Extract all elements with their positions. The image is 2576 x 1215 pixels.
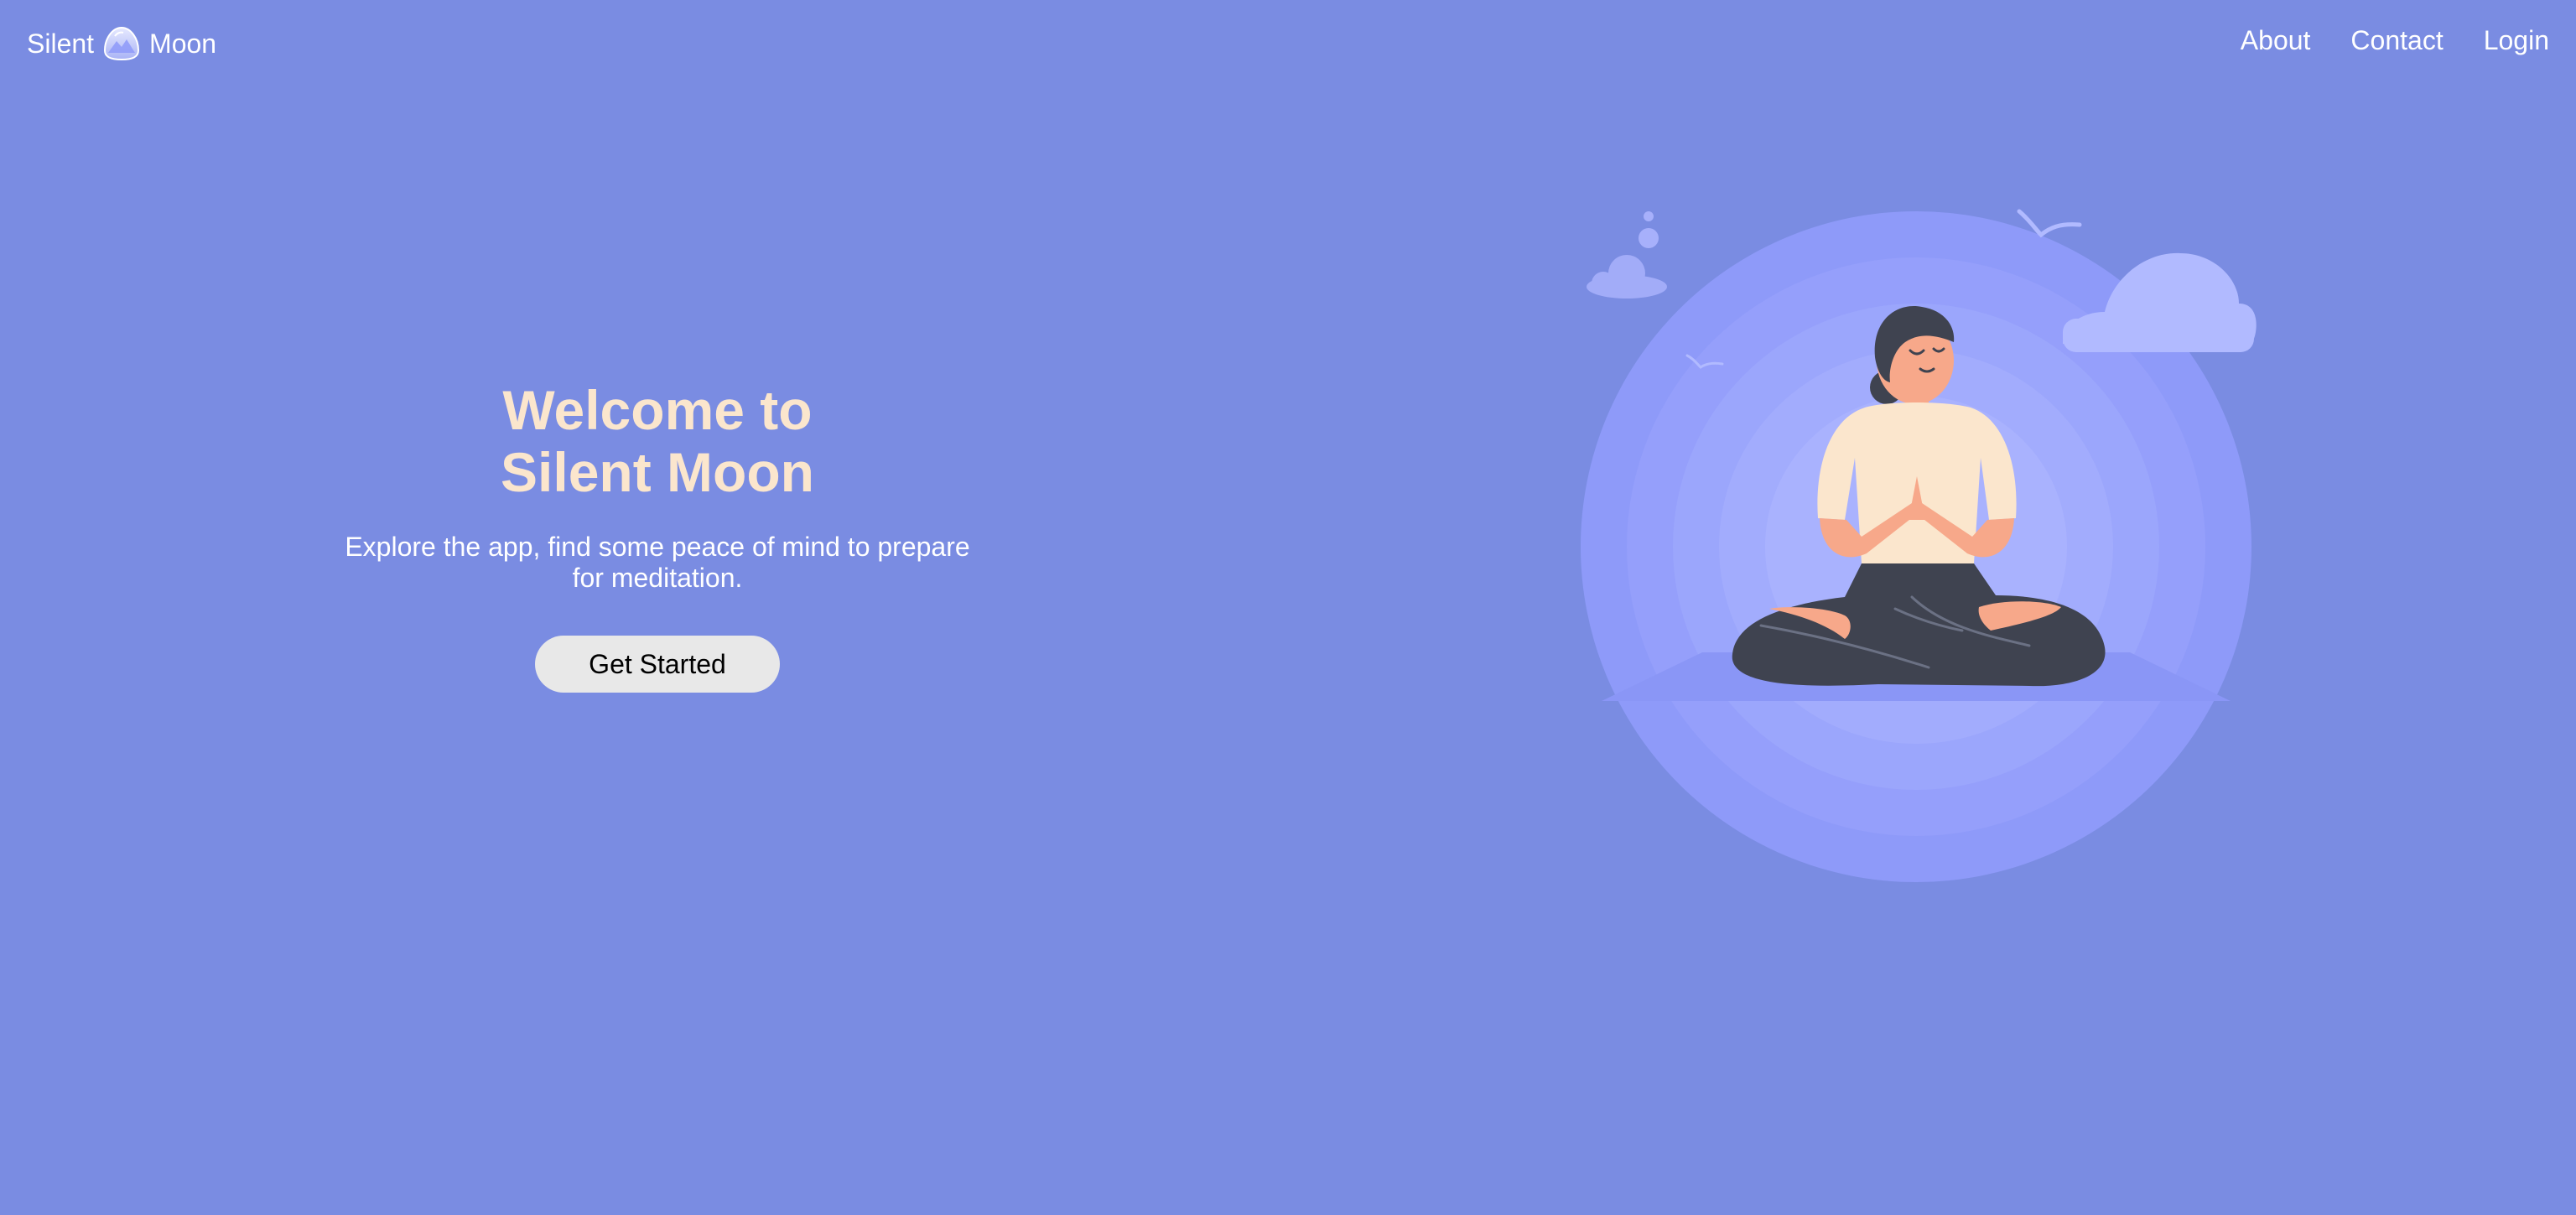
nav-login-link[interactable]: Login [2484,25,2549,56]
moon-mountain-icon [104,26,140,61]
meditating-woman-illustration [1581,209,2257,882]
hero-subtitle: Explore the app, find some peace of mind… [345,532,970,593]
nav-contact-link[interactable]: Contact [2350,25,2443,56]
get-started-button[interactable]: Get Started [535,636,780,693]
bubble-tiny [1644,211,1654,221]
small-cloud-icon [1587,255,1667,299]
hero-title-line1: Welcome to [502,379,813,441]
brand-name-left: Silent [27,28,95,59]
brand-logo[interactable]: Silent Moon [27,25,216,62]
hero-title: Welcome to Silent Moon [339,379,976,503]
hero-title-line2: Silent Moon [501,441,814,503]
brand-name-right: Moon [149,28,217,59]
nav-about-link[interactable]: About [2241,25,2311,56]
bubble-small [1639,228,1659,248]
top-nav: About Contact Login [2241,25,2549,56]
page: Silent Moon About Contact Login Welcome … [0,0,2576,1215]
hero-section: Welcome to Silent Moon Explore the app, … [339,379,976,693]
